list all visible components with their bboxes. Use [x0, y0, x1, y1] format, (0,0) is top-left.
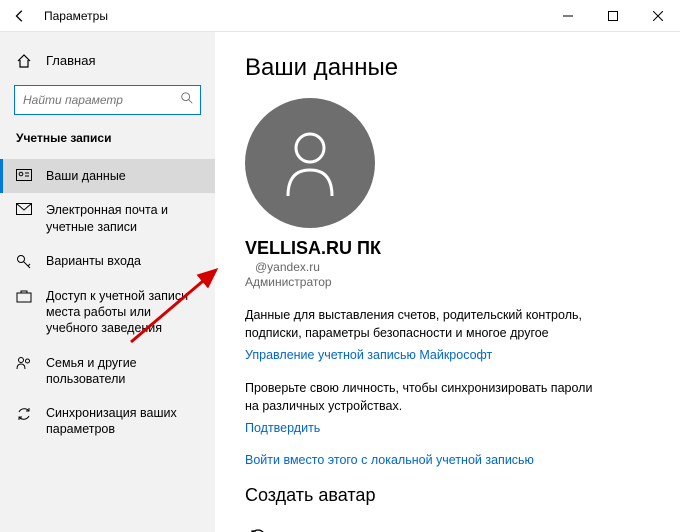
- manage-account-link[interactable]: Управление учетной записью Майкрософт: [245, 348, 650, 362]
- sidebar: Главная Учетные записи Ваши данные Элект…: [0, 32, 215, 532]
- home-label: Главная: [46, 53, 95, 68]
- sidebar-item-family[interactable]: Семья и другие пользователи: [0, 346, 215, 397]
- verify-link[interactable]: Подтвердить: [245, 421, 650, 435]
- account-email: @yandex.ru: [245, 260, 650, 274]
- sidebar-item-label: Доступ к учетной записи места работы или…: [46, 288, 199, 337]
- avatar-image: [245, 98, 375, 228]
- key-icon: [16, 254, 32, 270]
- sidebar-item-email[interactable]: Электронная почта и учетные записи: [0, 193, 215, 244]
- window-title: Параметры: [40, 9, 545, 23]
- account-role: Администратор: [245, 275, 650, 289]
- sync-icon: [16, 406, 32, 422]
- account-name: VELLISA.RU ПК: [245, 238, 650, 259]
- mail-icon: [16, 203, 32, 215]
- sidebar-item-label: Ваши данные: [46, 168, 126, 184]
- back-button[interactable]: [0, 0, 40, 31]
- verify-description: Проверьте свою личность, чтобы синхрониз…: [245, 380, 605, 415]
- sidebar-item-label: Варианты входа: [46, 253, 141, 269]
- briefcase-icon: [16, 289, 32, 303]
- sidebar-item-your-info[interactable]: Ваши данные: [0, 159, 215, 193]
- home-link[interactable]: Главная: [0, 46, 215, 75]
- camera-icon: [245, 526, 271, 532]
- camera-label: Камера: [285, 529, 330, 532]
- sidebar-item-sync[interactable]: Синхронизация ваших параметров: [0, 396, 215, 447]
- sidebar-item-work[interactable]: Доступ к учетной записи места работы или…: [0, 279, 215, 346]
- sidebar-item-label: Электронная почта и учетные записи: [46, 202, 199, 235]
- search-icon: [180, 91, 194, 110]
- page-title: Ваши данные: [245, 54, 650, 82]
- billing-description: Данные для выставления счетов, родительс…: [245, 307, 605, 342]
- home-icon: [16, 53, 32, 69]
- avatar-section-title: Создать аватар: [245, 485, 650, 506]
- local-account-link[interactable]: Войти вместо этого с локальной учетной з…: [245, 453, 650, 467]
- camera-option[interactable]: Камера: [245, 520, 650, 532]
- close-button[interactable]: [635, 0, 680, 31]
- id-card-icon: [16, 169, 32, 181]
- main-content: Ваши данные VELLISA.RU ПК @yandex.ru Адм…: [215, 32, 680, 532]
- minimize-button[interactable]: [545, 0, 590, 31]
- maximize-button[interactable]: [590, 0, 635, 31]
- sidebar-item-signin[interactable]: Варианты входа: [0, 244, 215, 279]
- search-field[interactable]: [23, 93, 180, 107]
- sidebar-item-label: Семья и другие пользователи: [46, 355, 199, 388]
- people-icon: [16, 356, 32, 370]
- sidebar-item-label: Синхронизация ваших параметров: [46, 405, 199, 438]
- search-input[interactable]: [14, 85, 201, 115]
- section-header: Учетные записи: [0, 131, 215, 145]
